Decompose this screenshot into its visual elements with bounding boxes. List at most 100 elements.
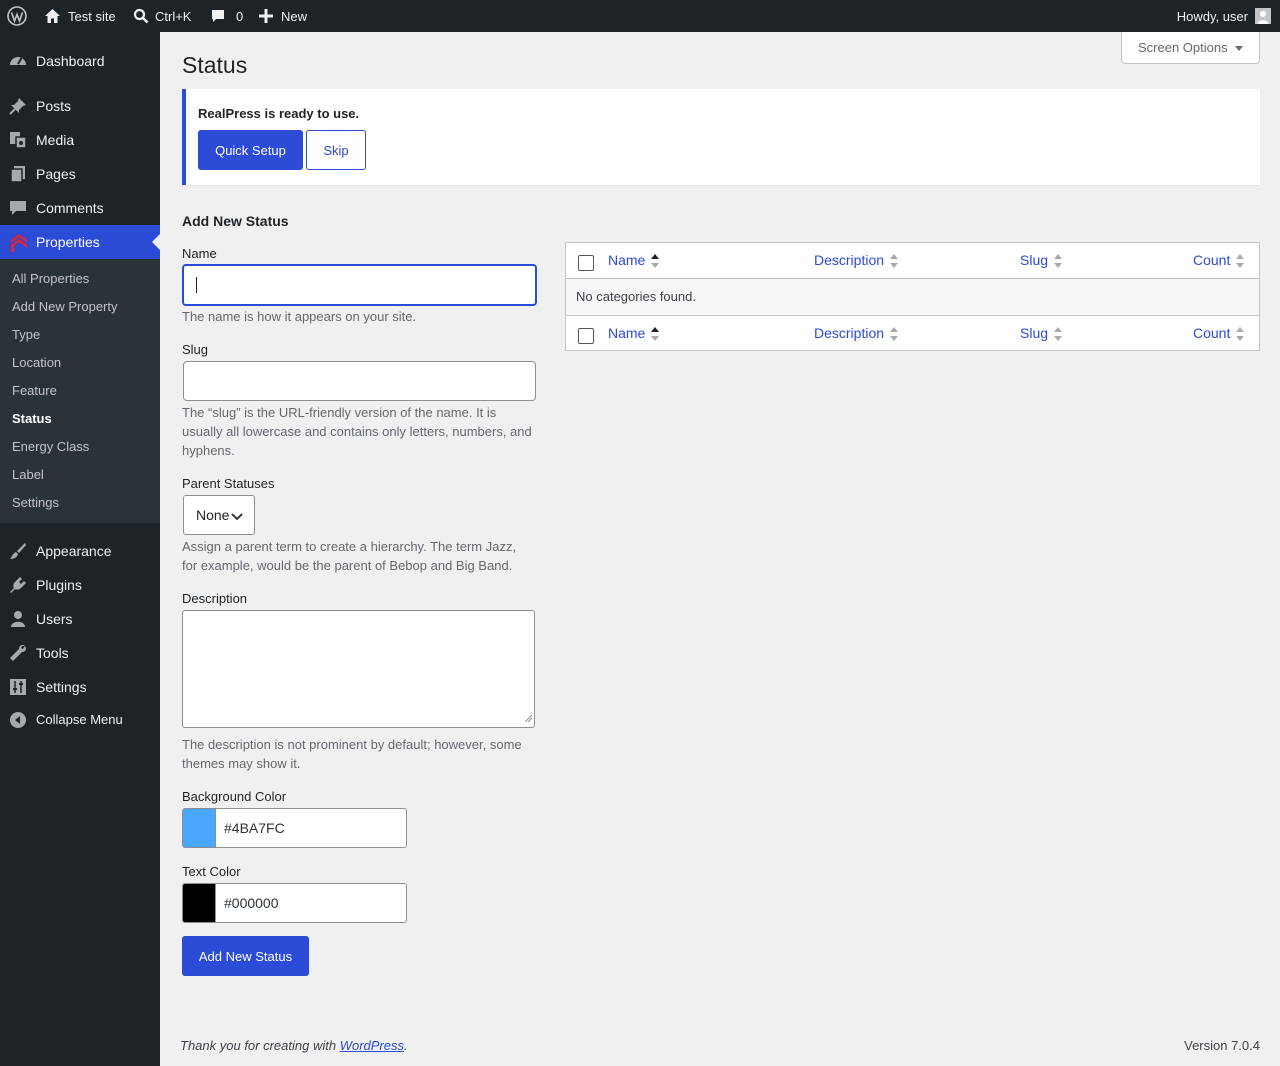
text-color-swatch[interactable] [183,884,216,922]
parent-statuses-label: Parent Statuses [182,476,275,491]
text-color-value: #000000 [224,895,279,911]
chevron-down-icon [231,509,243,525]
text-color-label: Text Color [182,864,241,879]
admin-bar: Test site Ctrl+K 0 New Howdy, user [0,0,1280,32]
wordpress-logo-icon[interactable] [7,0,27,32]
sort-icon[interactable] [1053,253,1063,272]
new-content-link[interactable]: New [259,0,307,32]
submenu-add-new-property[interactable]: Add New Property [12,299,118,314]
menu-properties[interactable]: Properties [0,225,160,259]
text-color-field[interactable]: #000000 [182,883,407,923]
menu-appearance[interactable]: Appearance [0,534,160,568]
pages-icon [9,165,27,183]
column-slug-footer[interactable]: Slug [1020,325,1048,341]
footer-thanks: Thank you for creating with WordPress. [180,1038,408,1053]
name-input[interactable] [182,264,537,306]
collapse-icon [9,711,27,729]
comment-icon [9,199,27,217]
submenu-energy-class[interactable]: Energy Class [12,439,89,454]
menu-dashboard[interactable]: Dashboard [0,44,160,78]
sort-asc-icon[interactable] [650,326,660,345]
column-count-header[interactable]: Count [1193,252,1230,268]
slug-input[interactable] [183,361,536,401]
sort-icon[interactable] [889,326,899,345]
column-name-header[interactable]: Name [608,252,645,268]
background-color-swatch[interactable] [183,809,216,847]
sort-asc-icon[interactable] [650,253,660,272]
resize-handle-icon[interactable] [524,710,533,725]
sort-icon[interactable] [1053,326,1063,345]
select-all-checkbox[interactable] [578,328,594,344]
parent-statuses-select[interactable]: None [183,495,255,535]
slug-label: Slug [182,342,209,357]
menu-media-label: Media [36,132,75,148]
select-all-checkbox[interactable] [578,255,594,271]
wrench-icon [9,644,27,662]
menu-settings-label: Settings [36,679,87,695]
realpress-notice: RealPress is ready to use. Quick Setup S… [182,89,1260,185]
search-shortcut[interactable]: Ctrl+K [133,0,191,32]
terms-table: Name Description Slug Count No categorie… [565,242,1260,351]
name-label: Name [182,246,217,261]
table-footer: Name Description Slug Count [566,315,1259,351]
realpress-icon [9,232,27,252]
menu-media[interactable]: Media [0,123,160,157]
background-color-value: #4BA7FC [224,820,285,836]
menu-plugins-label: Plugins [36,577,82,593]
admin-sidebar: Dashboard Posts Media Pages Comments Pro… [0,32,160,1066]
menu-tools[interactable]: Tools [0,636,160,670]
submenu-all-properties[interactable]: All Properties [12,271,89,286]
avatar [1255,8,1271,24]
add-new-status-button[interactable]: Add New Status [182,936,309,976]
description-textarea[interactable] [182,610,535,728]
greeting: Howdy, user [1176,8,1248,24]
screen-options-label: Screen Options [1138,40,1228,55]
comments-link[interactable]: 0 [210,0,243,32]
parent-select-value: None [196,507,230,523]
menu-settings[interactable]: Settings [0,670,160,704]
site-name-link[interactable]: Test site [44,0,116,32]
menu-pages[interactable]: Pages [0,157,160,191]
skip-button[interactable]: Skip [306,130,366,170]
collapse-menu-label: Collapse Menu [36,712,123,727]
menu-users[interactable]: Users [0,602,160,636]
column-slug-header[interactable]: Slug [1020,252,1048,268]
menu-comments[interactable]: Comments [0,191,160,225]
search-icon [133,8,149,24]
footer-thanks-prefix: Thank you for creating with [180,1038,340,1053]
menu-properties-label: Properties [36,234,100,250]
comments-count: 0 [236,8,244,24]
quick-setup-button[interactable]: Quick Setup [198,130,303,170]
column-count-footer[interactable]: Count [1193,325,1230,341]
menu-plugins[interactable]: Plugins [0,568,160,602]
menu-users-label: Users [36,611,73,627]
submenu-label[interactable]: Label [12,467,44,482]
submenu-feature[interactable]: Feature [12,383,57,398]
screen-options-button[interactable]: Screen Options [1121,32,1260,64]
column-description-header[interactable]: Description [814,252,884,268]
menu-dashboard-label: Dashboard [36,53,105,69]
collapse-menu-button[interactable]: Collapse Menu [0,703,160,737]
name-help: The name is how it appears on your site. [182,309,417,324]
submenu-type[interactable]: Type [12,327,40,342]
plus-icon [259,9,273,23]
column-description-footer[interactable]: Description [814,325,884,341]
submenu-status[interactable]: Status [12,411,52,426]
sort-icon[interactable] [1235,326,1245,345]
my-account-link[interactable]: Howdy, user [1177,0,1271,32]
sort-icon[interactable] [889,253,899,272]
submenu-location[interactable]: Location [12,355,61,370]
plug-icon [9,576,27,594]
background-color-label: Background Color [182,789,287,804]
description-help: The description is not prominent by defa… [182,737,522,771]
sort-icon[interactable] [1235,253,1245,272]
parent-help: Assign a parent term to create a hierarc… [182,539,517,573]
media-icon [9,131,27,149]
user-icon [9,610,27,628]
dashboard-icon [9,52,27,70]
menu-posts[interactable]: Posts [0,89,160,123]
column-name-footer[interactable]: Name [608,325,645,341]
wordpress-link[interactable]: WordPress [340,1038,404,1053]
background-color-field[interactable]: #4BA7FC [182,808,407,848]
submenu-settings[interactable]: Settings [12,495,59,510]
